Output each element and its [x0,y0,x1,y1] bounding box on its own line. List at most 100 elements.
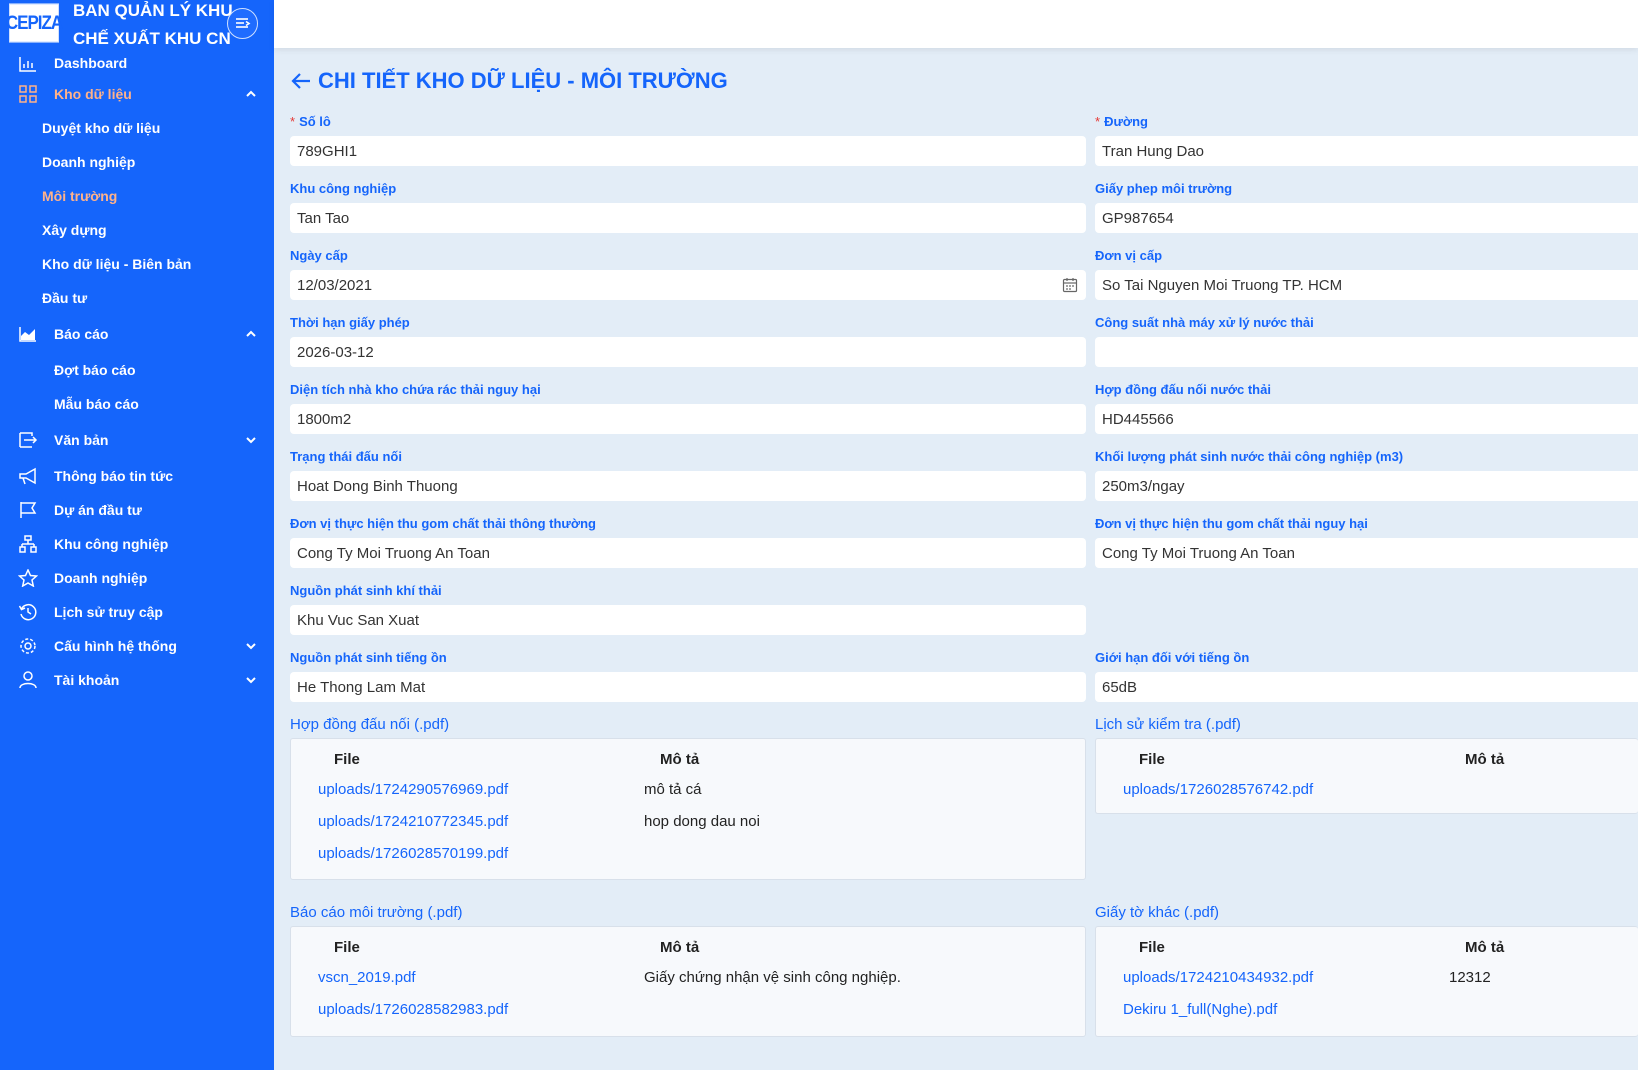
field-nguon-tieng-on: Nguồn phát sinh tiếng ồn He Thong Lam Ma… [290,647,1086,702]
brand-title-line1: BAN QUẢN LÝ KHU [73,1,233,20]
chevron-down-icon [246,437,256,444]
sidebar-item-label: Dự án đầu tư [54,502,142,518]
field-trang-thai: Trạng thái đấu nối Hoat Dong Binh Thuong [290,446,1086,501]
column-header-desc: Mô tả [660,939,700,956]
submenu-item-xay-dung[interactable]: Xây dựng [0,213,274,247]
don-vi-cap-input[interactable]: So Tai Nguyen Moi Truong TP. HCM [1095,270,1638,300]
sidebar-item-tai-khoan[interactable]: Tài khoản [0,663,274,697]
duong-input[interactable]: Tran Hung Dao [1095,136,1638,166]
file-link[interactable]: uploads/1726028570199.pdf [318,845,508,862]
column-header-file: File [334,939,360,956]
field-so-lo: * Số lô 789GHI1 [290,111,1086,166]
sidebar-item-du-an[interactable]: Dự án đầu tư [0,493,274,527]
file-link[interactable]: uploads/1726028582983.pdf [318,1001,508,1018]
field-label: Trạng thái đấu nối [290,448,402,464]
calendar-icon[interactable] [1062,277,1078,293]
field-label: Số lô [299,113,331,129]
sidebar-item-label: Doanh nghiệp [54,570,148,586]
khoi-luong-input[interactable]: 250m3/ngay [1095,471,1638,501]
column-header-file: File [334,751,360,768]
section-title-hop-dong: Hợp đồng đấu nối (.pdf) [290,715,450,733]
file-link[interactable]: uploads/1724210772345.pdf [318,813,508,830]
field-label: Khu công nghiệp [290,180,397,196]
user-icon [19,671,37,689]
sidebar-item-label: Văn bản [54,432,109,448]
menu-toggle-button[interactable] [227,8,258,39]
submenu-item-doanh-nghiep[interactable]: Doanh nghiệp [0,145,274,179]
sidebar-item-kho-du-lieu[interactable]: Kho dữ liệu [0,77,274,111]
submenu-item-dau-tu[interactable]: Đầu tư [0,281,274,315]
sidebar-item-cau-hinh[interactable]: Cấu hình hệ thống [0,629,274,663]
sidebar-item-label: Thông báo tin tức [54,468,174,484]
sidebar-item-label: Tài khoản [54,672,120,688]
network-icon [19,535,37,553]
sidebar-item-lich-su[interactable]: Lịch sử truy cập [0,595,274,629]
field-thoi-han: Thời hạn giấy phép 2026-03-12 [290,312,1086,367]
sidebar-item-label: Khu công nghiệp [54,536,169,552]
sidebar-item-khu-cong-nghiep[interactable]: Khu công nghiệp [0,527,274,561]
sidebar-item-label: Lịch sử truy cập [54,604,163,620]
file-table-bao-cao: File Mô tả vscn_2019.pdf Giấy chứng nhận… [290,926,1086,1037]
field-label: Diện tích nhà kho chứa rác thải nguy hại [290,381,541,397]
column-header-file: File [1139,939,1165,956]
chevron-up-icon [246,330,256,337]
file-link[interactable]: vscn_2019.pdf [318,969,416,986]
menu-icon [235,17,250,28]
sidebar-item-bao-cao[interactable]: Báo cáo [0,315,274,353]
khu-cong-nghiep-input[interactable]: Tan Tao [290,203,1086,233]
field-label: Đơn vị thực hiện thu gom chất thải thông… [290,515,596,531]
thu-gom-thong-thuong-input[interactable]: Cong Ty Moi Truong An Toan [290,538,1086,568]
submenu-item-dot-bao-cao[interactable]: Đợt báo cáo [0,353,274,387]
hop-dong-dau-noi-input[interactable]: HD445566 [1095,404,1638,434]
back-arrow-icon[interactable] [290,70,312,92]
submenu-item-duyet-kho[interactable]: Duyệt kho dữ liệu [0,111,274,145]
field-ngay-cap: Ngày cấp 12/03/2021 [290,245,1086,300]
dien-tich-input[interactable]: 1800m2 [290,404,1086,434]
sidebar-item-dashboard[interactable]: Dashboard [0,49,274,77]
brand-title: BAN QUẢN LÝ KHU CHẾ XUẤT KHU CN [73,0,233,53]
sidebar-item-label: Kho dữ liệu [54,86,132,102]
field-thu-gom-thong-thuong: Đơn vị thực hiện thu gom chất thải thông… [290,513,1086,568]
grid-icon [19,85,37,103]
field-label: Giấy phep môi trường [1095,180,1233,196]
gioi-han-tieng-on-input[interactable]: 65dB [1095,672,1638,702]
sidebar-item-label: Dashboard [54,55,128,71]
field-hop-dong-dau-noi: Hợp đồng đấu nối nước thải HD445566 [1095,379,1638,434]
nguon-khi-thai-input[interactable]: Khu Vuc San Xuat [290,605,1086,635]
file-link[interactable]: uploads/1724210434932.pdf [1123,969,1313,986]
file-link[interactable]: uploads/1724290576969.pdf [318,781,508,798]
required-mark: * [290,113,296,129]
ngay-cap-date-input[interactable]: 12/03/2021 [290,270,1086,300]
file-link[interactable]: uploads/1726028576742.pdf [1123,781,1313,798]
submenu-item-mau-bao-cao[interactable]: Mẫu báo cáo [0,387,274,421]
field-label: Nguồn phát sinh khí thải [290,582,442,598]
nguon-tieng-on-input[interactable]: He Thong Lam Mat [290,672,1086,702]
top-bar [274,0,1638,48]
file-link[interactable]: Dekiru 1_full(Nghe).pdf [1123,1001,1277,1018]
sidebar-item-van-ban[interactable]: Văn bản [0,421,274,459]
field-duong: * Đường Tran Hung Dao [1095,111,1638,166]
trang-thai-input[interactable]: Hoat Dong Binh Thuong [290,471,1086,501]
thu-gom-nguy-hai-input[interactable]: Cong Ty Moi Truong An Toan [1095,538,1638,568]
submenu-item-moi-truong[interactable]: Môi trường [0,179,274,213]
giay-phep-input[interactable]: GP987654 [1095,203,1638,233]
cong-suat-input[interactable] [1095,337,1638,367]
area-chart-icon [19,327,36,342]
field-gioi-han-tieng-on: Giới hạn đối với tiếng ồn 65dB [1095,647,1638,702]
document-transfer-icon [19,432,38,448]
kho-submenu: Duyệt kho dữ liệu Doanh nghiệp Môi trườn… [0,111,274,315]
so-lo-input[interactable]: 789GHI1 [290,136,1086,166]
submenu-item-bien-ban[interactable]: Kho dữ liệu - Biên bản [0,247,274,281]
file-description: Giấy chứng nhận vệ sinh công nghiệp. [644,969,901,986]
column-header-desc: Mô tả [1465,939,1505,956]
file-table-giay-to: File Mô tả uploads/1724210434932.pdf 123… [1095,926,1638,1037]
page-title: CHI TIẾT KHO DỮ LIỆU - MÔI TRƯỜNG [290,66,728,96]
sidebar-item-doanh-nghiep[interactable]: Doanh nghiệp [0,561,274,595]
sidebar-item-thong-bao[interactable]: Thông báo tin tức [0,459,274,493]
sidebar-item-label: Cấu hình hệ thống [54,638,177,654]
file-table-lich-su: File Mô tả uploads/1726028576742.pdf [1095,738,1638,814]
sidebar-menu: Dashboard Kho dữ liệu Duyệt kho dữ liệu … [0,49,274,697]
section-title-lich-su: Lịch sử kiểm tra (.pdf) [1095,715,1241,733]
logo: CEPIZA [6,3,63,43]
thoi-han-input[interactable]: 2026-03-12 [290,337,1086,367]
